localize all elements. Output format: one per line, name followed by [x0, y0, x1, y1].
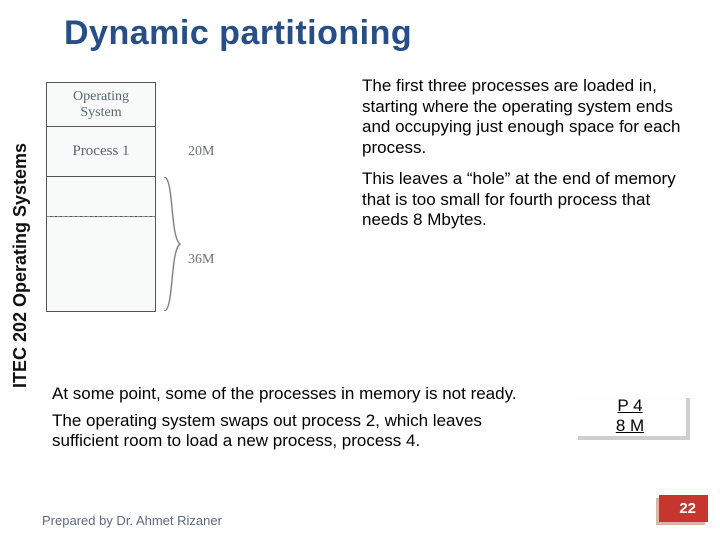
page-number: 22 — [659, 495, 708, 522]
paragraph-3: At some point, some of the processes in … — [52, 384, 548, 405]
course-label-vertical: ITEC 202 Operating Systems — [8, 80, 34, 450]
paragraph-2: This leaves a “hole” at the end of memor… — [362, 169, 692, 231]
paragraph-1: The first three processes are loaded in,… — [362, 76, 692, 159]
brace-icon — [162, 177, 182, 311]
lower-paragraphs: At some point, some of the processes in … — [52, 384, 548, 458]
p4-line1: P 4 — [574, 396, 686, 416]
p4-line2: 8 M — [574, 416, 686, 436]
course-label-text: ITEC 202 Operating Systems — [11, 142, 32, 387]
slide-title: Dynamic partitioning — [0, 0, 720, 59]
memory-diagram: Operating System Process 1 20M 36M — [46, 82, 246, 312]
memory-column: Operating System Process 1 — [46, 82, 156, 312]
slide-content: Operating System Process 1 20M 36M The f… — [46, 68, 700, 468]
footer-author: Prepared by Dr. Ahmet Rizaner — [42, 513, 222, 528]
mem-row-gap1 — [47, 177, 155, 217]
mem-row-process1: Process 1 — [47, 127, 155, 177]
paragraph-4: The operating system swaps out process 2… — [52, 411, 548, 452]
size-label-20m: 20M — [188, 144, 214, 160]
mem-row-gap2 — [47, 217, 155, 311]
size-label-36m: 36M — [188, 252, 214, 268]
process4-box: P 4 8 M — [574, 394, 686, 436]
right-paragraphs: The first three processes are loaded in,… — [362, 76, 692, 241]
mem-row-os: Operating System — [47, 83, 155, 127]
